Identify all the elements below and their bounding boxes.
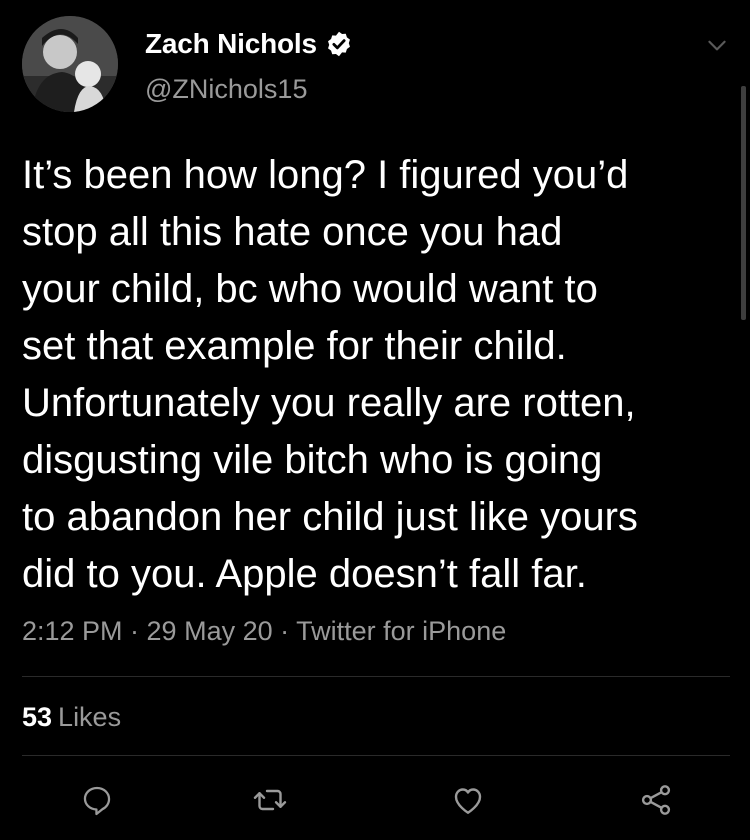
tweet-line: stop all this hate once you had: [22, 210, 563, 254]
tweet-timestamp-source: 2:12 PM · 29 May 20 · Twitter for iPhone: [22, 616, 507, 646]
likes-label: Likes: [58, 702, 122, 732]
tweet-text: It’s been how long? I figured you’d stop…: [22, 147, 734, 603]
scrollbar[interactable]: [741, 86, 746, 320]
retweet-icon: [253, 789, 287, 811]
tweet-line: set that example for their child.: [22, 324, 567, 368]
likes-stat[interactable]: 53 Likes: [22, 699, 121, 735]
divider: [22, 676, 730, 677]
author-name-row[interactable]: Zach Nichols: [145, 26, 353, 62]
tweet-line: It’s been how long? I figured you’d: [22, 153, 629, 197]
reply-button[interactable]: [77, 780, 117, 820]
author-display-name[interactable]: Zach Nichols: [145, 28, 317, 60]
tweet-line: Unfortunately you really are rotten,: [22, 381, 636, 425]
author-handle[interactable]: @ZNichols15: [145, 74, 307, 105]
retweet-button[interactable]: [250, 780, 290, 820]
chevron-down-icon[interactable]: [704, 32, 730, 58]
reply-icon: [83, 786, 111, 816]
avatar-image: [22, 16, 118, 112]
tweet-line: to abandon her child just like yours: [22, 495, 638, 539]
tweet-line: your child, bc who would want to: [22, 267, 598, 311]
avatar[interactable]: [22, 16, 118, 112]
tweet-line: did to you. Apple doesn’t fall far.: [22, 552, 587, 596]
verified-badge-icon: [327, 31, 350, 57]
heart-icon: [454, 788, 482, 814]
likes-count: 53: [22, 702, 53, 732]
share-button[interactable]: [636, 780, 676, 820]
tweet-line: disgusting vile bitch who is going: [22, 438, 603, 482]
share-icon: [641, 785, 671, 815]
divider: [22, 755, 730, 756]
like-button[interactable]: [448, 780, 488, 820]
